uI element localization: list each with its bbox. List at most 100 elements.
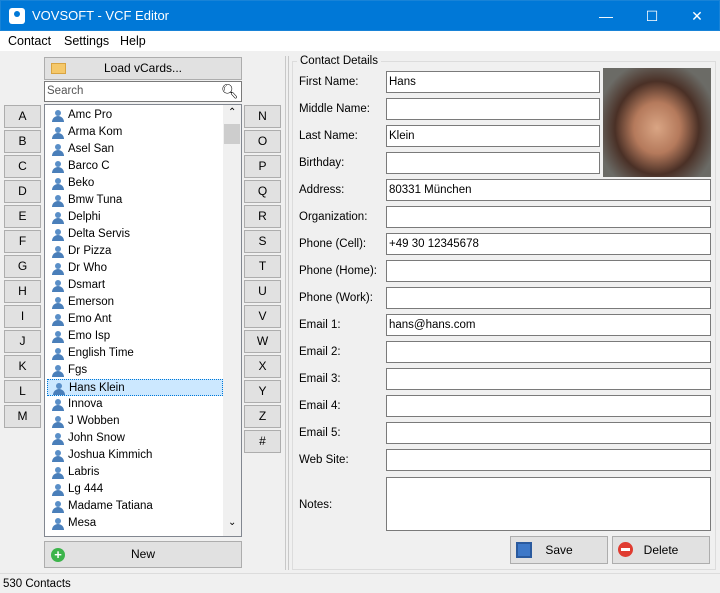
contact-list-item[interactable]: Mesa: [47, 515, 223, 532]
letter-button[interactable]: N: [244, 105, 281, 128]
contact-list-item[interactable]: Hans Klein: [47, 379, 223, 396]
letter-button[interactable]: T: [244, 255, 281, 278]
field-input[interactable]: [386, 395, 711, 417]
field-input[interactable]: [386, 341, 711, 363]
field-label: Email 5:: [299, 427, 341, 439]
contact-list-item[interactable]: John Snow: [47, 430, 223, 447]
list-scrollbar[interactable]: ⌃ ⌄: [223, 105, 241, 536]
menu-contact[interactable]: Contact: [8, 34, 51, 48]
contact-name: J Wobben: [68, 415, 120, 427]
letter-button[interactable]: P: [244, 155, 281, 178]
field-input[interactable]: [386, 206, 711, 228]
close-button[interactable]: ✕: [674, 1, 720, 31]
person-icon: [52, 110, 64, 122]
scroll-down-icon[interactable]: ⌄: [228, 517, 236, 528]
contact-list-item[interactable]: Joshua Kimmich: [47, 447, 223, 464]
letter-button[interactable]: O: [244, 130, 281, 153]
new-label: New: [130, 547, 155, 561]
field-input[interactable]: +49 30 12345678: [386, 233, 711, 255]
delete-button[interactable]: Delete: [612, 536, 710, 564]
field-input[interactable]: Hans: [386, 71, 600, 93]
contact-list-item[interactable]: Asel San: [47, 141, 223, 158]
field-input[interactable]: Klein: [386, 125, 600, 147]
folder-icon: [51, 63, 66, 74]
menu-settings[interactable]: Settings: [64, 34, 109, 48]
letter-button[interactable]: U: [244, 280, 281, 303]
contact-list-item[interactable]: Arma Kom: [47, 124, 223, 141]
contact-list-item[interactable]: J Wobben: [47, 413, 223, 430]
field-input[interactable]: [386, 152, 600, 174]
letter-button[interactable]: X: [244, 355, 281, 378]
minimize-button[interactable]: —: [583, 1, 629, 31]
maximize-button[interactable]: ☐: [629, 1, 675, 31]
app-icon: [9, 8, 25, 24]
letter-button[interactable]: H: [4, 280, 41, 303]
contact-list[interactable]: Amc Pro Arma Kom Asel San Barco C Beko Bmw Tu…: [44, 104, 242, 537]
menu-help[interactable]: Help: [120, 34, 146, 48]
letter-button[interactable]: #: [244, 430, 281, 453]
contact-list-item[interactable]: Fgs: [47, 362, 223, 379]
letter-button[interactable]: I: [4, 305, 41, 328]
scroll-thumb[interactable]: [224, 124, 240, 144]
letter-button[interactable]: C: [4, 155, 41, 178]
contact-photo[interactable]: [603, 68, 711, 177]
field-input[interactable]: [386, 449, 711, 471]
letter-button[interactable]: W: [244, 330, 281, 353]
letter-button[interactable]: J: [4, 330, 41, 353]
person-icon: [52, 161, 64, 173]
letter-button[interactable]: Q: [244, 180, 281, 203]
contact-list-item[interactable]: Delta Servis: [47, 226, 223, 243]
field-label: Birthday:: [299, 157, 345, 169]
letter-button[interactable]: L: [4, 380, 41, 403]
scroll-up-icon[interactable]: ⌃: [228, 107, 236, 118]
field-input[interactable]: [386, 422, 711, 444]
letter-button[interactable]: Z: [244, 405, 281, 428]
contact-list-item[interactable]: Delphi: [47, 209, 223, 226]
load-vcards-button[interactable]: Load vCards...: [44, 57, 242, 80]
notes-textarea[interactable]: [386, 477, 711, 531]
contact-list-item[interactable]: Dr Who: [47, 260, 223, 277]
contact-list-item[interactable]: Barco C: [47, 158, 223, 175]
new-contact-button[interactable]: + New: [44, 541, 242, 568]
contact-list-item[interactable]: Labris: [47, 464, 223, 481]
field-input[interactable]: [386, 260, 711, 282]
letter-button[interactable]: F: [4, 230, 41, 253]
letter-button[interactable]: V: [244, 305, 281, 328]
contact-list-item[interactable]: Lg 444: [47, 481, 223, 498]
letter-button[interactable]: Y: [244, 380, 281, 403]
contact-list-item[interactable]: Emo Isp: [47, 328, 223, 345]
field-input[interactable]: hans@hans.com: [386, 314, 711, 336]
letter-button[interactable]: K: [4, 355, 41, 378]
field-input[interactable]: [386, 98, 600, 120]
search-icon[interactable]: 🔍︎: [221, 83, 239, 100]
contact-list-item[interactable]: English Time: [47, 345, 223, 362]
search-input[interactable]: Search 🔍︎: [44, 81, 242, 102]
letter-button[interactable]: S: [244, 230, 281, 253]
letter-button[interactable]: E: [4, 205, 41, 228]
letter-button[interactable]: D: [4, 180, 41, 203]
letter-button[interactable]: M: [4, 405, 41, 428]
splitter[interactable]: [285, 56, 289, 570]
contact-list-item[interactable]: Innova: [47, 396, 223, 413]
contact-list-item[interactable]: Emerson: [47, 294, 223, 311]
field-input[interactable]: [386, 368, 711, 390]
letter-button[interactable]: A: [4, 105, 41, 128]
contact-list-item[interactable]: Dsmart: [47, 277, 223, 294]
person-icon: [52, 348, 64, 360]
field-input[interactable]: [386, 287, 711, 309]
field-input[interactable]: 80331 München: [386, 179, 711, 201]
save-button[interactable]: Save: [510, 536, 608, 564]
contact-list-item[interactable]: Emo Ant: [47, 311, 223, 328]
contact-list-item[interactable]: Dr Pizza: [47, 243, 223, 260]
contact-list-item[interactable]: Beko: [47, 175, 223, 192]
letter-button[interactable]: B: [4, 130, 41, 153]
contact-list-item[interactable]: Amc Pro: [47, 107, 223, 124]
contact-list-item[interactable]: Madame Tatiana: [47, 498, 223, 515]
letter-button[interactable]: R: [244, 205, 281, 228]
letter-button[interactable]: G: [4, 255, 41, 278]
contact-list-item[interactable]: Bmw Tuna: [47, 192, 223, 209]
person-icon: [52, 229, 64, 241]
contact-name: Hans Klein: [69, 382, 125, 394]
contact-name: English Time: [68, 347, 134, 359]
person-icon: [53, 383, 65, 395]
